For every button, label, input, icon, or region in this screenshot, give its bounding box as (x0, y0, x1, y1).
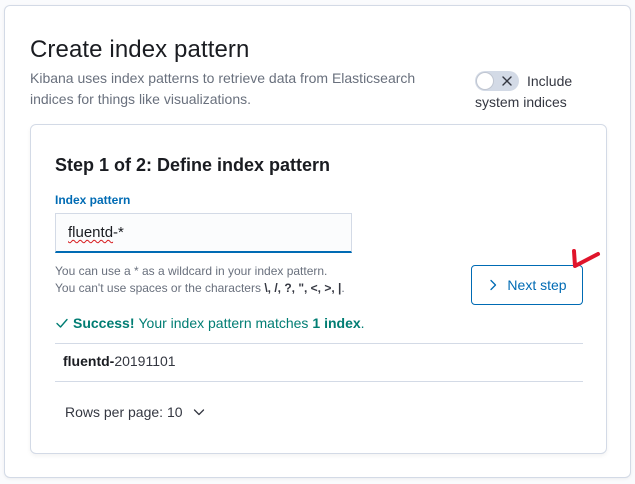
checkmark-annotation-icon (572, 249, 600, 268)
check-icon (56, 318, 68, 328)
matching-index-row: fluentd-20191101 (63, 353, 176, 369)
chevron-down-icon (193, 409, 204, 416)
rows-per-page-selector[interactable]: Rows per page: 10 (65, 404, 205, 420)
include-system-indices-switch[interactable] (475, 71, 519, 91)
success-label: Success! (73, 315, 135, 331)
next-step-label: Next step (507, 277, 567, 293)
define-index-pattern-panel: Step 1 of 2: Define index pattern Index … (30, 124, 607, 454)
page-description: Kibana uses index patterns to retrieve d… (30, 70, 416, 107)
divider (55, 381, 583, 382)
toggle-label-system-indices: system indices (475, 94, 567, 110)
success-end: . (360, 315, 365, 331)
index-name-suffix: 20191101 (114, 353, 176, 369)
index-pattern-help-text: You can use a * as a wildcard in your in… (55, 263, 395, 297)
success-count: 1 index (312, 315, 361, 331)
page-title: Create index pattern (30, 36, 250, 63)
chevron-right-icon (490, 279, 497, 291)
index-pattern-label: Index pattern (55, 193, 131, 207)
index-name-prefix: fluentd- (63, 353, 115, 369)
create-index-pattern-panel: Create index pattern Kibana uses index p… (4, 5, 631, 478)
rows-per-page-label: Rows per page: 10 (65, 404, 183, 420)
toggle-label-include: Include (527, 73, 573, 89)
help-line-characters: You can't use spaces or the characters \… (55, 280, 395, 297)
divider (55, 343, 583, 344)
switch-knob (476, 72, 494, 90)
help-line-characters-prefix: You can't use spaces or the characters (55, 281, 261, 295)
success-text: Your index pattern matches (138, 315, 309, 331)
disallowed-characters: \, /, ?, ", <, >, | (264, 281, 342, 295)
help-line-characters-suffix: . (341, 281, 345, 295)
step-title: Step 1 of 2: Define index pattern (55, 155, 331, 175)
input-text-rest: -* (113, 224, 124, 241)
input-text-misspelled: fluentd (68, 224, 114, 241)
index-pattern-input[interactable]: fluentd-* (55, 213, 352, 253)
success-message: Success! Your index pattern matches 1 in… (55, 315, 365, 331)
help-line-wildcard: You can use a * as a wildcard in your in… (55, 264, 328, 278)
cross-icon (502, 76, 512, 86)
